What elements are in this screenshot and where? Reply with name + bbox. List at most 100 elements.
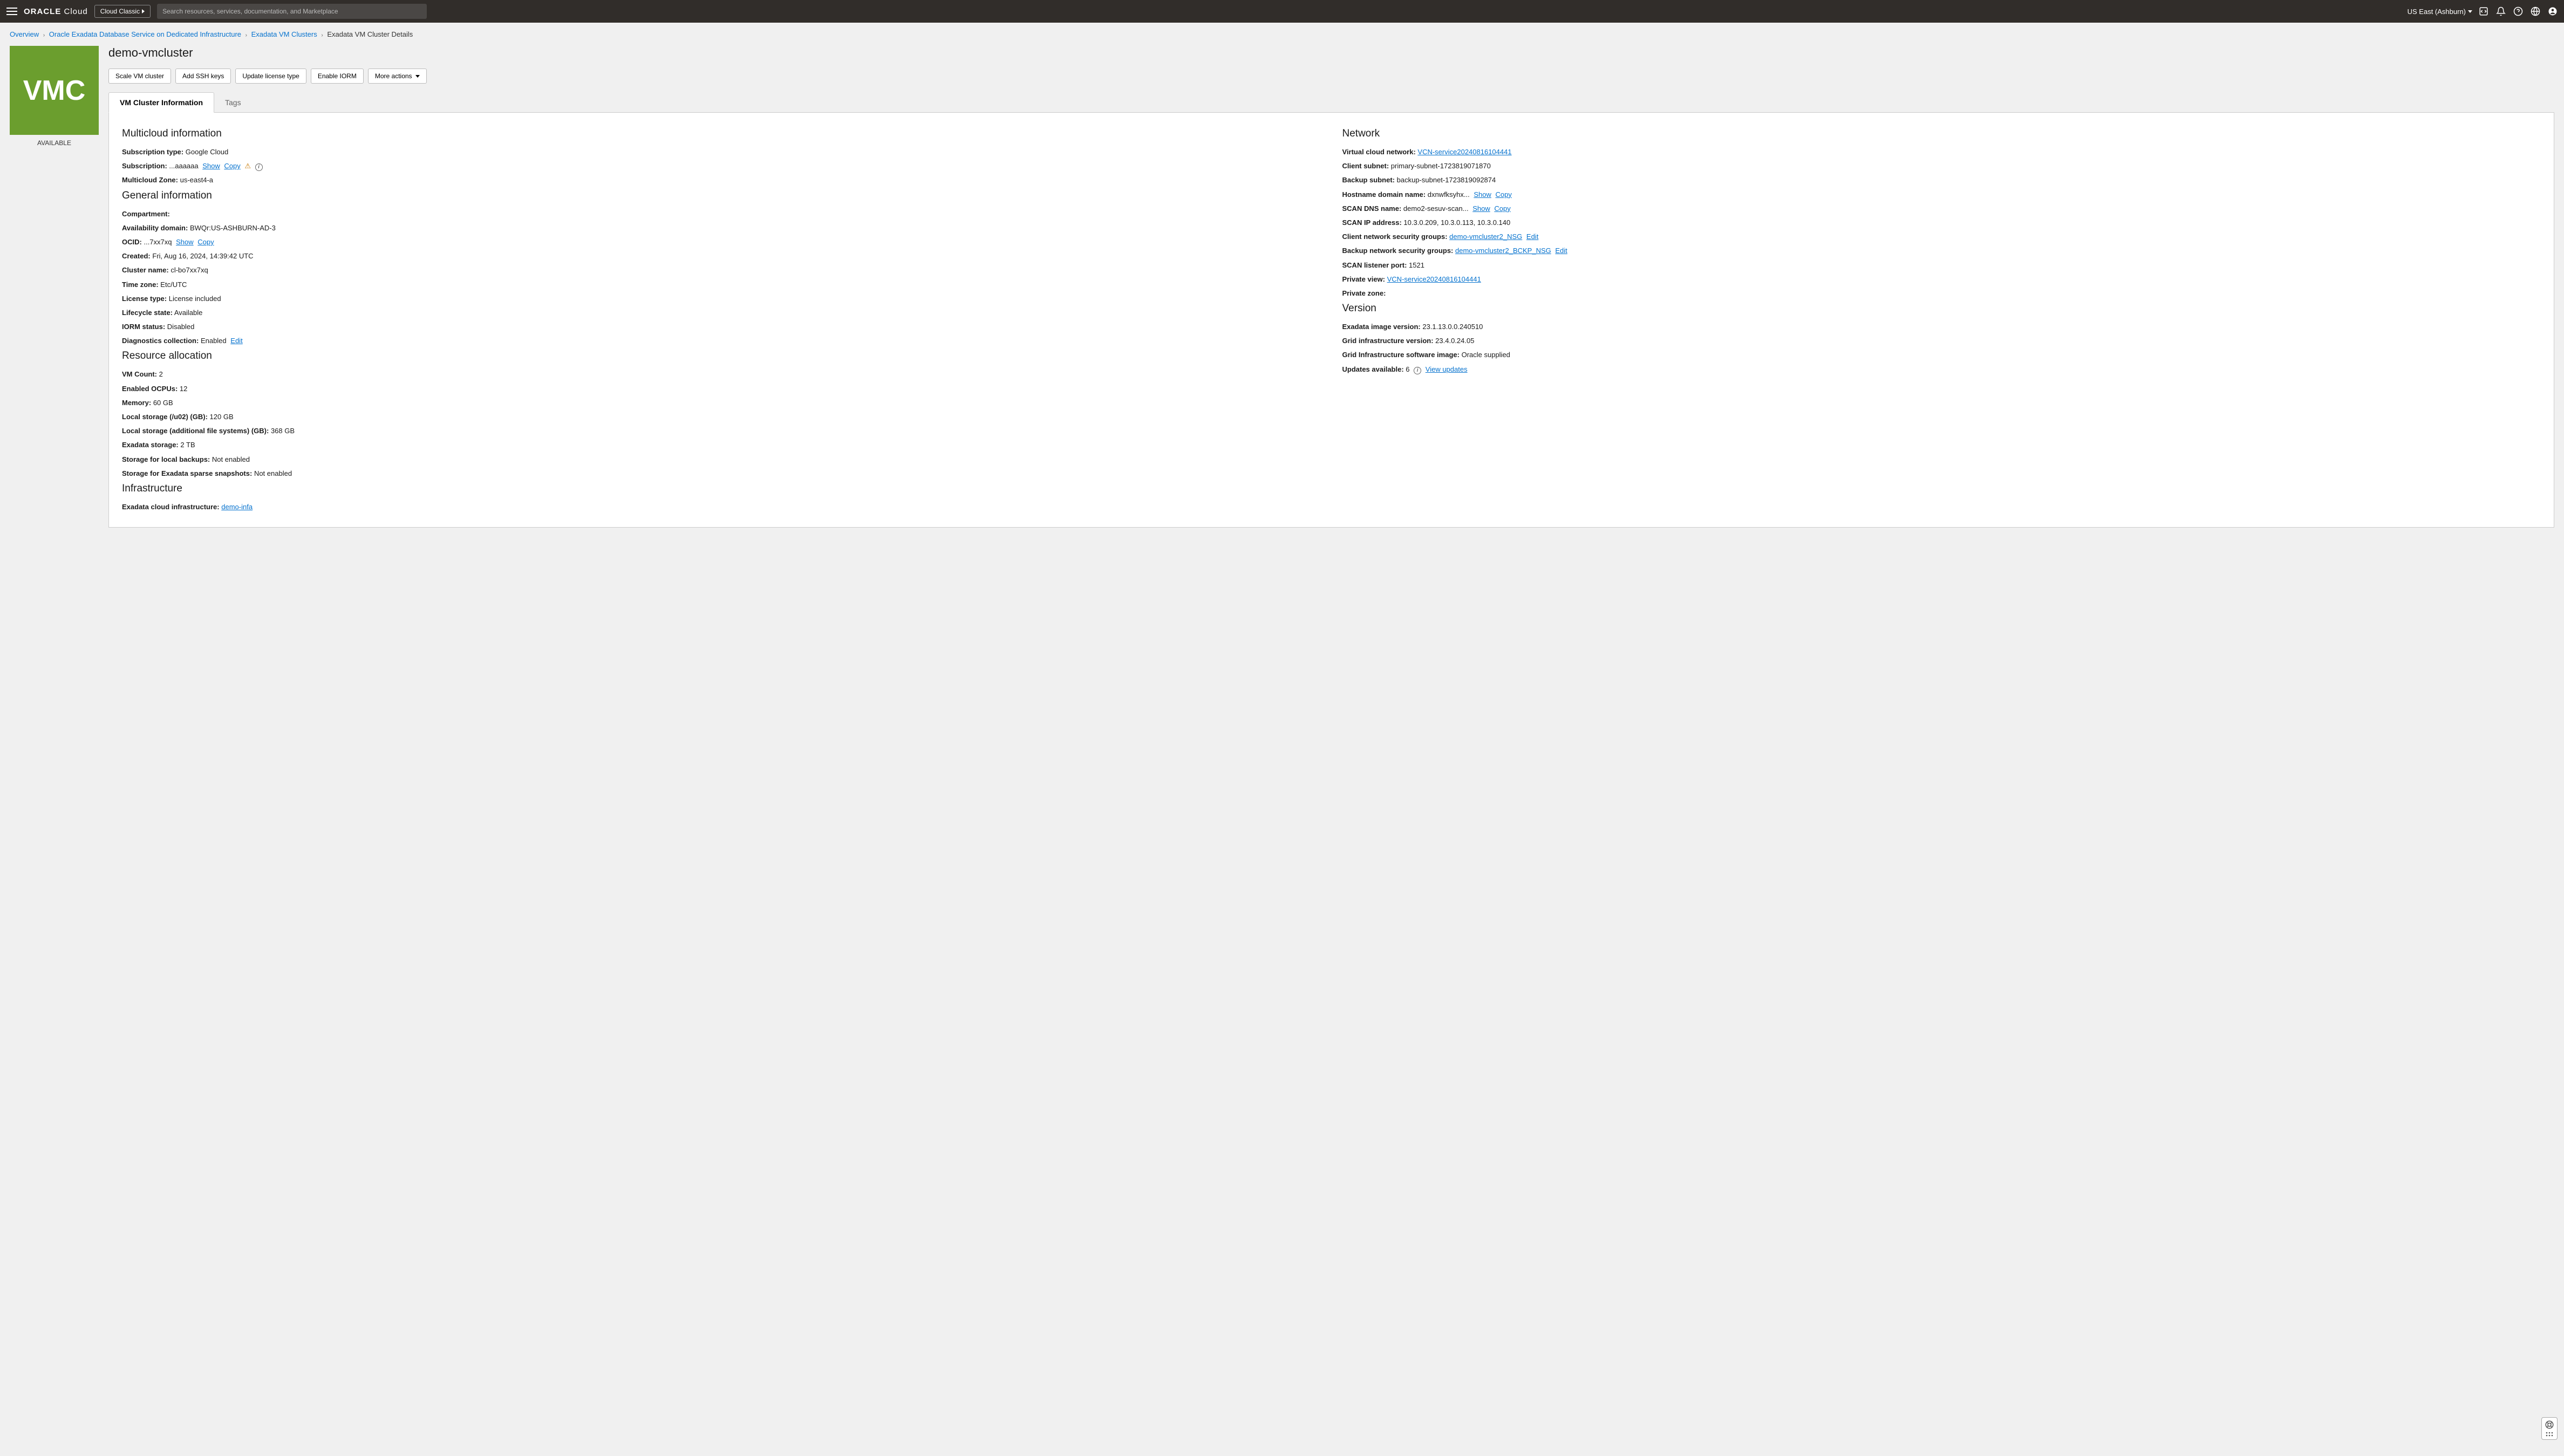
client-nsg-link[interactable]: demo-vmcluster2_NSG	[1449, 233, 1522, 241]
topbar: ORACLE Cloud Cloud Classic US East (Ashb…	[0, 0, 2564, 23]
main-column: demo-vmcluster Scale VM cluster Add SSH …	[108, 46, 2554, 528]
tab-bar: VM Cluster Information Tags	[108, 92, 2554, 113]
enable-iorm-button[interactable]: Enable IORM	[311, 69, 364, 84]
kv-multicloud-zone: Multicloud Zone: us-east4-a	[122, 175, 1321, 185]
kv-private-zone: Private zone:	[1342, 289, 2541, 298]
kv-scan-ip: SCAN IP address: 10.3.0.209, 10.3.0.113,…	[1342, 218, 2541, 228]
chevron-down-icon	[2468, 10, 2472, 13]
diagnostics-edit-link[interactable]: Edit	[230, 337, 242, 345]
user-avatar-icon[interactable]	[2548, 6, 2558, 16]
hamburger-icon[interactable]	[6, 8, 17, 15]
more-actions-button[interactable]: More actions	[368, 69, 427, 84]
backup-nsg-link[interactable]: demo-vmcluster2_BCKP_NSG	[1455, 247, 1551, 255]
client-nsg-edit-link[interactable]: Edit	[1526, 233, 1538, 241]
host-domain-copy-link[interactable]: Copy	[1496, 190, 1512, 199]
cloud-classic-label: Cloud Classic	[100, 8, 140, 15]
kv-grid-infra-version: Grid infrastructure version: 23.4.0.24.0…	[1342, 336, 2541, 346]
resource-icon-text: VMC	[23, 74, 86, 107]
host-domain-show-link[interactable]: Show	[1474, 190, 1491, 199]
search-input[interactable]	[157, 4, 427, 19]
tab-vm-cluster-info[interactable]: VM Cluster Information	[108, 92, 214, 113]
floating-help-widget[interactable]	[2541, 1417, 2558, 1440]
kv-enabled-ocpus: Enabled OCPUs: 12	[122, 384, 1321, 394]
kv-exadata-image-version: Exadata image version: 23.1.13.0.0.24051…	[1342, 322, 2541, 332]
subscription-show-link[interactable]: Show	[202, 162, 220, 170]
kv-backup-nsg: Backup network security groups: demo-vmc…	[1342, 246, 2541, 256]
region-label: US East (Ashburn)	[2408, 8, 2466, 16]
info-icon[interactable]: i	[1414, 367, 1421, 374]
exadata-infra-link[interactable]: demo-infa	[221, 503, 253, 511]
ocid-show-link[interactable]: Show	[176, 238, 194, 246]
devtools-icon[interactable]	[2479, 6, 2488, 16]
kv-local-storage-additional: Local storage (additional file systems) …	[122, 426, 1321, 436]
kv-exadata-storage: Exadata storage: 2 TB	[122, 440, 1321, 450]
bell-icon[interactable]	[2496, 6, 2506, 16]
section-multicloud-title: Multicloud information	[122, 128, 1321, 140]
more-actions-label: More actions	[375, 72, 412, 80]
private-view-link[interactable]: VCN-service20240816104441	[1387, 275, 1481, 283]
vcn-link[interactable]: VCN-service20240816104441	[1417, 148, 1511, 156]
chevron-down-icon	[415, 75, 420, 78]
kv-hostname-domain: Hostname domain name: dxnwfksyhx... Show…	[1342, 190, 2541, 200]
breadcrumb-sep: ›	[246, 32, 247, 38]
add-ssh-keys-button[interactable]: Add SSH keys	[175, 69, 231, 84]
kv-diagnostics: Diagnostics collection: Enabled Edit	[122, 336, 1321, 346]
kv-license-type: License type: License included	[122, 294, 1321, 304]
kv-updates-available: Updates available: 6 i View updates	[1342, 365, 2541, 374]
kv-memory: Memory: 60 GB	[122, 398, 1321, 408]
globe-icon[interactable]	[2531, 6, 2540, 16]
backup-nsg-edit-link[interactable]: Edit	[1555, 247, 1567, 255]
breadcrumb-current: Exadata VM Cluster Details	[327, 30, 413, 38]
breadcrumb-exadata-service[interactable]: Oracle Exadata Database Service on Dedic…	[49, 30, 241, 38]
scale-vm-cluster-button[interactable]: Scale VM cluster	[108, 69, 171, 84]
scan-dns-copy-link[interactable]: Copy	[1494, 204, 1510, 213]
life-ring-icon	[2545, 1420, 2554, 1430]
subscription-copy-link[interactable]: Copy	[224, 162, 240, 170]
info-icon[interactable]: i	[255, 163, 263, 171]
kv-backup-subnet: Backup subnet: backup-subnet-17238190928…	[1342, 175, 2541, 185]
region-dropdown[interactable]: US East (Ashburn)	[2408, 8, 2472, 16]
kv-exadata-infra: Exadata cloud infrastructure: demo-infa	[122, 502, 1321, 512]
section-general-title: General information	[122, 190, 1321, 202]
kv-compartment: Compartment:	[122, 209, 1321, 219]
section-resource-alloc-title: Resource allocation	[122, 350, 1321, 362]
tab-tags[interactable]: Tags	[214, 92, 252, 112]
kv-client-subnet: Client subnet: primary-subnet-1723819071…	[1342, 161, 2541, 171]
kv-local-storage-u02: Local storage (/u02) (GB): 120 GB	[122, 412, 1321, 422]
section-network-title: Network	[1342, 128, 2541, 140]
topbar-utility-icons	[2479, 6, 2558, 16]
warning-icon: ⚠	[244, 161, 251, 171]
ocid-copy-link[interactable]: Copy	[197, 238, 214, 246]
cloud-classic-button[interactable]: Cloud Classic	[94, 5, 151, 18]
kv-storage-local-backups: Storage for local backups: Not enabled	[122, 455, 1321, 464]
help-icon[interactable]	[2513, 6, 2523, 16]
kv-subscription-type: Subscription type: Google Cloud	[122, 147, 1321, 157]
view-updates-link[interactable]: View updates	[1426, 365, 1468, 373]
grip-icon	[2546, 1432, 2553, 1437]
page-body: VMC AVAILABLE demo-vmcluster Scale VM cl…	[0, 46, 2564, 538]
resource-type-icon: VMC	[10, 46, 99, 135]
oracle-cloud-logo: ORACLE Cloud	[24, 7, 88, 16]
breadcrumb-vm-clusters[interactable]: Exadata VM Clusters	[251, 30, 317, 38]
kv-availability-domain: Availability domain: BWQr:US-ASHBURN-AD-…	[122, 223, 1321, 233]
kv-created: Created: Fri, Aug 16, 2024, 14:39:42 UTC	[122, 251, 1321, 261]
kv-iorm-status: IORM status: Disabled	[122, 322, 1321, 332]
status-badge: AVAILABLE	[10, 139, 99, 147]
kv-grid-infra-sw-image: Grid Infrastructure software image: Orac…	[1342, 350, 2541, 360]
action-toolbar: Scale VM cluster Add SSH keys Update lic…	[108, 69, 2554, 84]
breadcrumb-overview[interactable]: Overview	[10, 30, 39, 38]
kv-vm-count: VM Count: 2	[122, 370, 1321, 379]
kv-vcn: Virtual cloud network: VCN-service202408…	[1342, 147, 2541, 157]
breadcrumb: Overview › Oracle Exadata Database Servi…	[0, 23, 2564, 46]
kv-lifecycle-state: Lifecycle state: Available	[122, 308, 1321, 318]
scan-dns-show-link[interactable]: Show	[1472, 204, 1490, 213]
kv-subscription: Subscription: ...aaaaaa Show Copy ⚠ i	[122, 161, 1321, 171]
right-info-column: Network Virtual cloud network: VCN-servi…	[1342, 124, 2541, 516]
update-license-button[interactable]: Update license type	[235, 69, 306, 84]
kv-storage-sparse-snapshots: Storage for Exadata sparse snapshots: No…	[122, 469, 1321, 479]
kv-scan-dns: SCAN DNS name: demo2-sesuv-scan... Show …	[1342, 204, 2541, 214]
breadcrumb-sep: ›	[43, 32, 45, 38]
breadcrumb-sep: ›	[321, 32, 323, 38]
kv-client-nsg: Client network security groups: demo-vmc…	[1342, 232, 2541, 242]
kv-timezone: Time zone: Etc/UTC	[122, 280, 1321, 290]
